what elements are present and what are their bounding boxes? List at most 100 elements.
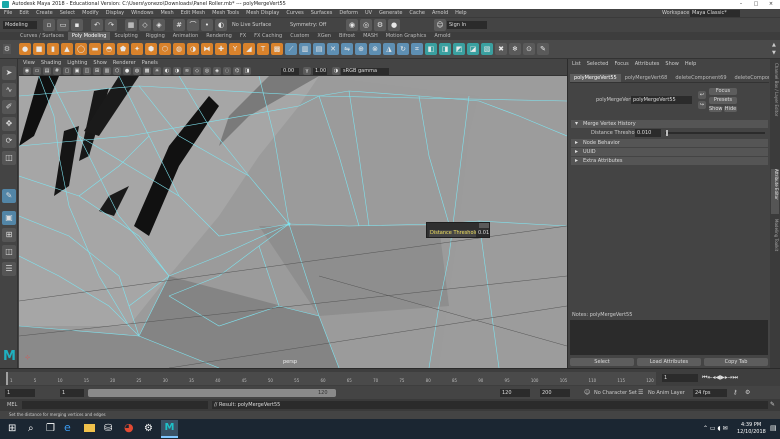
slide-edge-icon[interactable]: ⇋ — [341, 43, 353, 55]
attr-menu-list[interactable]: List — [572, 61, 581, 67]
menu-windows[interactable]: Windows — [131, 9, 153, 18]
attr-menu-help[interactable]: Help — [685, 61, 696, 67]
undo-icon[interactable]: ↶ — [91, 19, 103, 31]
gamma-field[interactable]: 1.00 — [313, 68, 327, 75]
file-explorer-icon[interactable] — [84, 424, 95, 432]
freeze-transform-icon[interactable]: ❄ — [509, 43, 521, 55]
search-icon[interactable]: ⌕ — [28, 423, 34, 435]
shelf-scroll-down-icon[interactable]: ▼ — [772, 50, 776, 56]
time-slider[interactable]: 1 5 10 15 20 25 30 35 40 45 50 55 60 65 70 75 80 85 90 95 10… — [0, 368, 780, 386]
poly-cone-icon[interactable]: ▲ — [61, 43, 73, 55]
center-pivot-icon[interactable]: ⊙ — [523, 43, 535, 55]
animation-start-field[interactable]: 1 — [5, 389, 35, 397]
anim-layer-icon[interactable]: ☰ — [638, 389, 643, 396]
live-surface-field[interactable]: No Live Surface — [232, 21, 271, 29]
shelf-scroll-up-icon[interactable]: ▲ — [772, 42, 776, 48]
menu-cache[interactable]: Cache — [409, 9, 425, 18]
move-tool-icon[interactable]: ✥ — [2, 117, 16, 131]
snap-grid-icon[interactable]: # — [173, 19, 185, 31]
xray-icon[interactable]: ◌ — [223, 67, 231, 75]
sculpt-tool-icon[interactable]: ✎ — [537, 43, 549, 55]
poly-disc-icon[interactable]: ◓ — [103, 43, 115, 55]
spherical-map-icon[interactable]: ◩ — [453, 43, 465, 55]
collapse-icon[interactable]: ⊗ — [369, 43, 381, 55]
uv-editor-icon[interactable]: ▧ — [481, 43, 493, 55]
menu-display[interactable]: Display — [106, 9, 124, 18]
target-weld-icon[interactable]: ✕ — [327, 43, 339, 55]
account-icon[interactable]: ☺ — [434, 19, 446, 31]
playback-start-field[interactable]: 1 — [60, 389, 84, 397]
shelf-tab-animation[interactable]: Animation — [169, 32, 203, 40]
last-tool-icon[interactable]: ✎ — [2, 189, 16, 203]
close-button[interactable]: × — [765, 0, 777, 9]
select-hierarchy-icon[interactable]: ▦ — [125, 19, 137, 31]
viewport[interactable]: Distance Threshold 0.01 persp ⊹ — [19, 76, 567, 368]
smooth-icon[interactable]: ◍ — [173, 43, 185, 55]
load-attributes-button[interactable]: Load Attributes — [637, 358, 701, 366]
snap-curve-icon[interactable]: ⌒ — [187, 19, 199, 31]
single-perspective-layout-icon[interactable]: ▣ — [2, 211, 16, 225]
section-uuid[interactable]: UUID — [571, 148, 768, 156]
task-view-icon[interactable]: ❐ — [46, 423, 55, 435]
xray-joints-icon[interactable]: ⌬ — [233, 67, 241, 75]
exposure-icon[interactable]: ◨ — [243, 67, 251, 75]
shelf-tab-curves-surfaces[interactable]: Curves / Surfaces — [16, 32, 68, 40]
workspace-dropdown[interactable]: Maya Classic* — [690, 10, 740, 17]
menu-surfaces[interactable]: Surfaces — [311, 9, 333, 18]
hypershade-icon[interactable]: ● — [388, 19, 400, 31]
maximize-button[interactable]: □ — [750, 0, 762, 9]
menu-edit[interactable]: Edit — [19, 9, 29, 18]
poly-sphere-icon[interactable]: ● — [19, 43, 31, 55]
smooth-shade-icon[interactable]: ● — [123, 67, 131, 75]
paint-select-tool-icon[interactable]: ✐ — [2, 100, 16, 114]
attr-menu-show[interactable]: Show — [665, 61, 679, 67]
show-output-icon[interactable]: ↪ — [698, 101, 706, 109]
cylindrical-map-icon[interactable]: ◨ — [439, 43, 451, 55]
shelf-tab-custom[interactable]: Custom — [286, 32, 313, 40]
quad-draw-icon[interactable]: ⌗ — [411, 43, 423, 55]
lasso-tool-icon[interactable]: ∿ — [2, 83, 16, 97]
redo-icon[interactable]: ↷ — [105, 19, 117, 31]
distance-threshold-slider-track[interactable] — [665, 132, 765, 134]
copy-tab-button[interactable]: Copy Tab — [704, 358, 768, 366]
attr-menu-focus[interactable]: Focus — [614, 61, 628, 67]
select-object-icon[interactable]: ◇ — [139, 19, 151, 31]
character-set-icon[interactable]: ☺ — [584, 389, 590, 396]
snap-surface-icon[interactable]: ◐ — [215, 19, 227, 31]
poly-plane-icon[interactable]: ▬ — [89, 43, 101, 55]
shelf-tab-mash[interactable]: MASH — [359, 32, 382, 40]
chrome-icon[interactable]: ◕ — [124, 422, 134, 434]
shelf-tab-sculpting[interactable]: Sculpting — [110, 32, 141, 40]
anim-layer-dropdown[interactable]: No Anim Layer — [648, 390, 685, 396]
append-icon[interactable]: T — [257, 43, 269, 55]
automatic-map-icon[interactable]: ◪ — [467, 43, 479, 55]
open-scene-icon[interactable]: ▭ — [57, 19, 69, 31]
isolate-select-icon[interactable]: ◈ — [213, 67, 221, 75]
shelf-settings-icon[interactable]: ⚙ — [3, 44, 11, 54]
flip-triangle-icon[interactable]: ◮ — [383, 43, 395, 55]
poly-cylinder-icon[interactable]: ▮ — [47, 43, 59, 55]
command-language-label[interactable]: MEL — [7, 402, 17, 408]
viewport-menu-show[interactable]: Show — [93, 60, 107, 66]
new-scene-icon[interactable]: ▫ — [43, 19, 55, 31]
depth-of-field-icon[interactable]: ◎ — [203, 67, 211, 75]
boolean-icon[interactable]: ◑ — [187, 43, 199, 55]
shelf-tab-bifrost[interactable]: Bifrost — [335, 32, 359, 40]
shelf-tab-rigging[interactable]: Rigging — [142, 32, 169, 40]
safe-action-icon[interactable]: ▥ — [103, 67, 111, 75]
menu-mesh-tools[interactable]: Mesh Tools — [212, 9, 239, 18]
presets-button[interactable]: Presets — [709, 97, 737, 104]
distance-threshold-field[interactable]: 0.010 — [635, 129, 661, 137]
gate-mask-icon[interactable]: ◫ — [83, 67, 91, 75]
section-node-behavior[interactable]: Node Behavior — [571, 139, 768, 147]
textured-icon[interactable]: ▩ — [143, 67, 151, 75]
color-space-dropdown[interactable]: sRGB gamma — [341, 68, 389, 75]
shelf-tab-motion-graphics[interactable]: Motion Graphics — [382, 32, 431, 40]
side-tab-channel-box[interactable]: Channel Box / Layer Editor — [771, 63, 779, 163]
render-settings-icon[interactable]: ⚙ — [374, 19, 386, 31]
menu-generate[interactable]: Generate — [379, 9, 402, 18]
motion-blur-icon[interactable]: ≋ — [183, 67, 191, 75]
shelf-tab-poly-modeling[interactable]: Poly Modeling — [67, 32, 111, 40]
snap-point-icon[interactable]: • — [201, 19, 213, 31]
anti-aliasing-icon[interactable]: ◇ — [193, 67, 201, 75]
